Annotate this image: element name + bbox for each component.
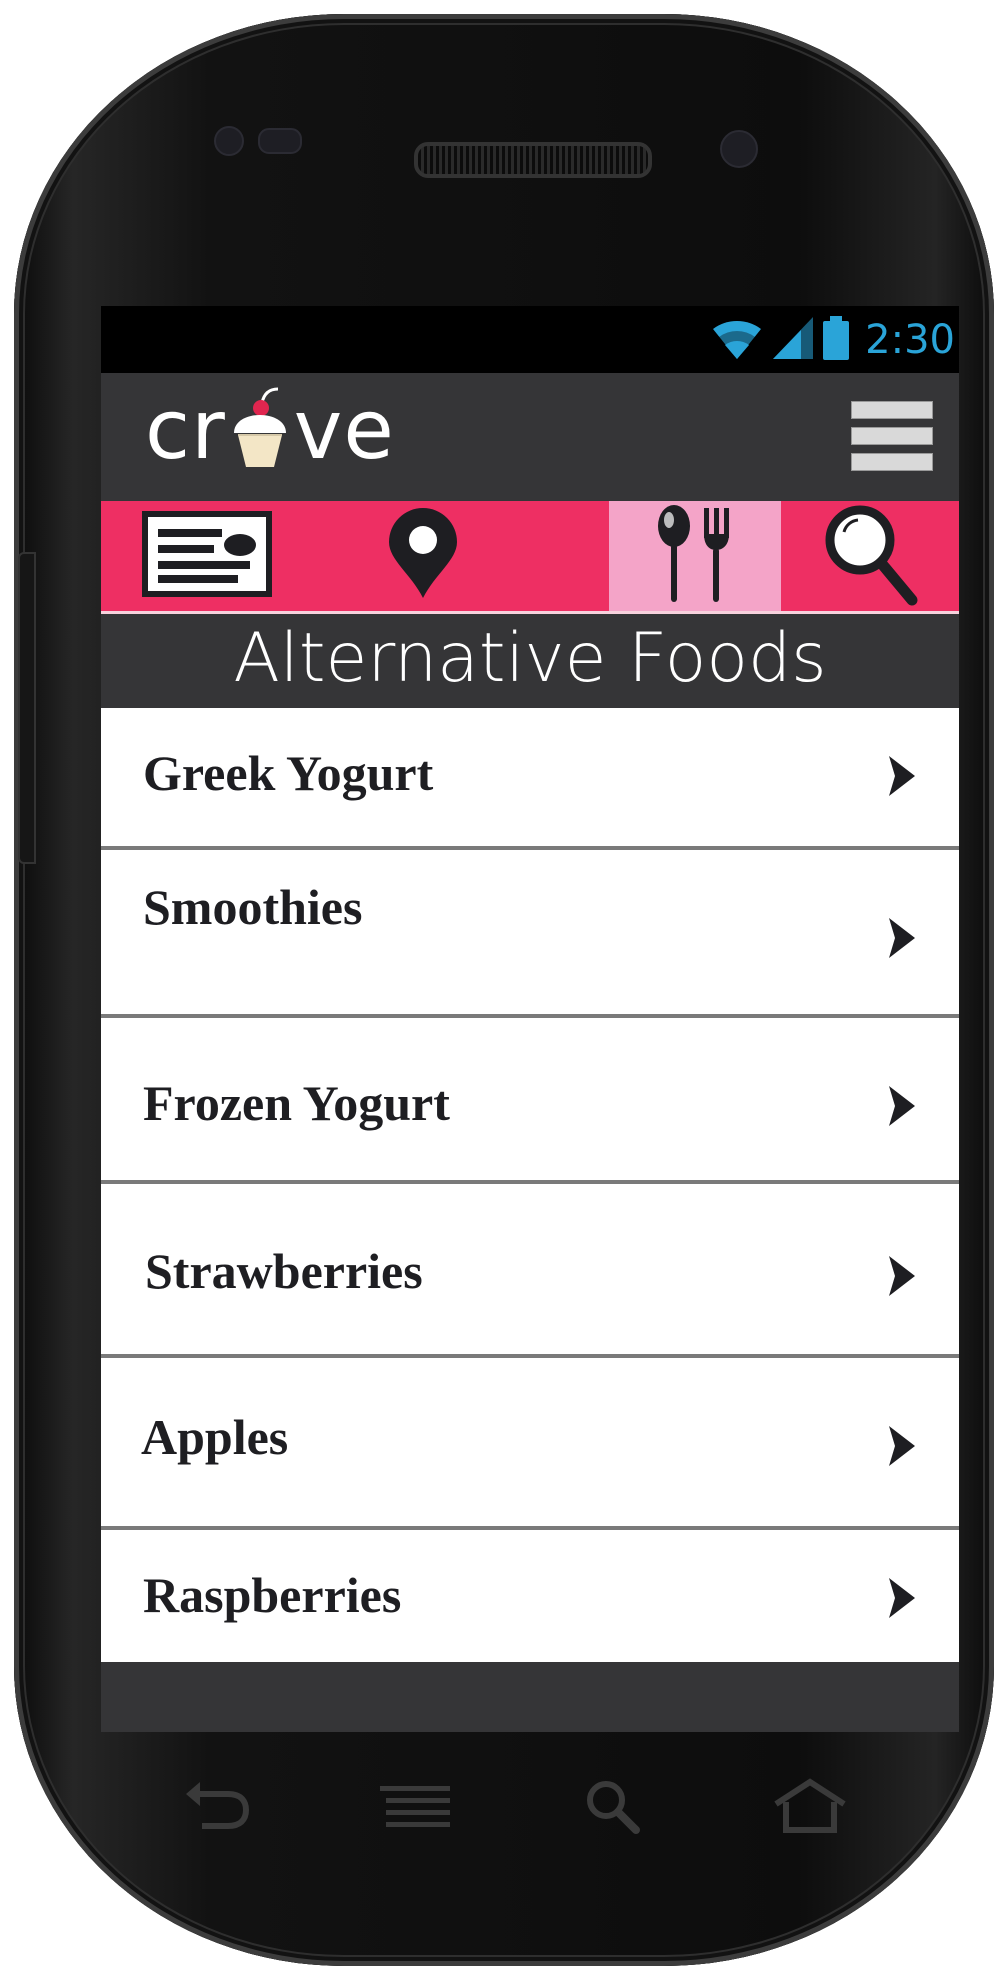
tab-search[interactable] [781,501,959,611]
front-camera [720,130,758,168]
app-logo[interactable]: cr ve [145,383,395,478]
list-item[interactable]: Smoothies [101,850,959,1018]
search-key-icon[interactable] [584,1778,640,1839]
tab-bar [101,501,959,614]
tab-food[interactable] [609,501,781,611]
clock: 2:30 [865,317,955,363]
hardware-nav-keys [0,1778,1006,1840]
tab-news[interactable] [101,501,315,611]
screen: 2:30 cr ve Alternative Foods Greek Yogur… [101,306,959,1732]
logo-text-left: cr [145,383,226,478]
recent-apps-icon[interactable] [380,1786,450,1833]
phone-frame: 2:30 cr ve Alternative Foods Greek Yogur… [14,14,994,1966]
battery-icon [821,315,851,366]
earpiece-speaker [414,142,652,178]
wifi-icon [709,315,765,366]
list-item-label: Smoothies [143,879,363,935]
spoon-fork-icon [650,504,740,609]
side-button [18,552,36,864]
list-item[interactable]: Apples [101,1358,959,1530]
app-bar: cr ve [101,373,959,501]
signal-icon [771,315,815,366]
list-item-label: Apples [141,1409,289,1465]
list-item-label: Frozen Yogurt [143,1075,450,1131]
chevron-right-icon [889,1578,915,1618]
chevron-right-icon [889,1086,915,1126]
section-title: Alternative Foods [101,614,959,708]
search-icon [822,502,918,611]
chevron-right-icon [889,1256,915,1296]
list-item-label: Strawberries [145,1243,423,1299]
food-list: Greek Yogurt Smoothies Frozen Yogurt Str… [101,708,959,1664]
list-item[interactable]: Greek Yogurt [101,708,959,850]
list-item[interactable]: Strawberries [101,1184,959,1358]
chevron-right-icon [889,756,915,796]
home-icon[interactable] [772,1778,848,1839]
list-item[interactable]: Frozen Yogurt [101,1018,959,1184]
chevron-right-icon [889,1426,915,1466]
front-sensor [214,126,244,156]
list-item[interactable]: Raspberries [101,1530,959,1664]
menu-icon [851,401,933,471]
cupcake-icon [228,387,292,471]
location-pin-icon [387,507,459,605]
back-icon[interactable] [184,1780,250,1837]
news-card-icon [142,510,272,602]
footer-strip [101,1662,959,1732]
list-item-label: Raspberries [143,1567,402,1623]
proximity-sensor [258,128,302,154]
menu-button[interactable] [851,401,933,477]
chevron-right-icon [889,918,915,958]
logo-text-right: ve [293,383,395,478]
status-bar: 2:30 [101,306,959,373]
tab-location[interactable] [315,501,531,611]
list-item-label: Greek Yogurt [143,745,434,801]
